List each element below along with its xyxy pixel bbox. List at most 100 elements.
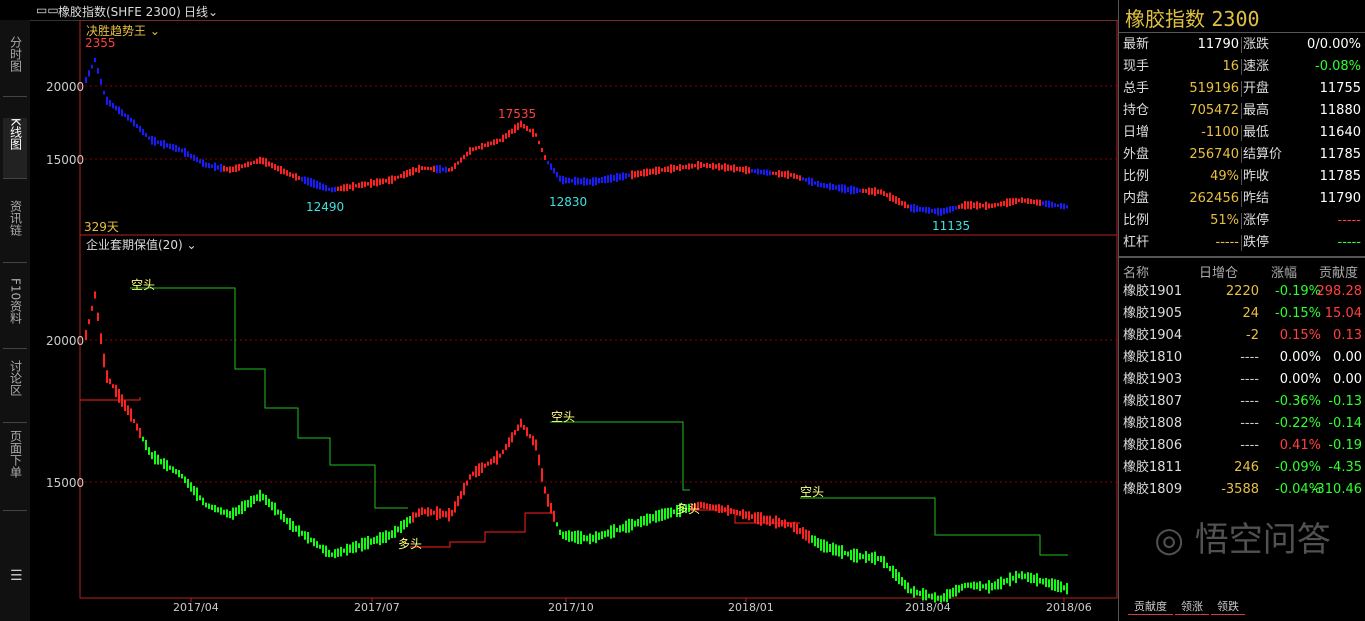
candle — [616, 527, 618, 532]
candle — [682, 165, 684, 170]
contract-row[interactable]: 橡胶1806 ---- 0.41% -0.19 — [1119, 435, 1365, 457]
menu-icon[interactable]: ☰ — [10, 568, 23, 584]
col-header-name[interactable]: 名称 — [1123, 262, 1149, 281]
contract-row[interactable]: 橡胶1809 -3588 -0.04% -310.46 — [1119, 479, 1365, 501]
candle — [274, 502, 276, 516]
candle — [154, 450, 156, 465]
candle — [832, 184, 834, 190]
tab-news[interactable]: 资讯链 — [3, 200, 27, 263]
candle — [301, 530, 303, 536]
candle — [127, 405, 129, 416]
candle — [304, 176, 306, 185]
candle — [712, 162, 714, 170]
quote-value: 256740 — [1189, 147, 1239, 162]
candle — [838, 545, 840, 557]
candle — [643, 515, 645, 526]
candle — [229, 511, 231, 519]
tab-f10[interactable]: F10资料 — [3, 278, 27, 349]
candle — [802, 527, 804, 539]
tab-label: K线图 — [8, 118, 23, 150]
tab-label: 分时图 — [8, 36, 23, 72]
tab-intraday[interactable]: 分时图 — [3, 36, 27, 97]
candle — [358, 182, 360, 188]
candle — [859, 188, 861, 193]
contract-row[interactable]: 橡胶1904 -2 0.15% 0.13 — [1119, 325, 1365, 347]
contract-contribution: -310.46 — [1311, 482, 1362, 497]
candle — [748, 511, 750, 521]
candle — [403, 519, 405, 530]
candle — [955, 584, 957, 597]
kline-chart[interactable] — [30, 20, 1118, 621]
candle — [811, 177, 813, 187]
candle — [352, 542, 354, 554]
candle — [991, 582, 993, 591]
candle — [970, 582, 972, 589]
contract-name: 橡胶1901 — [1123, 284, 1183, 299]
candle — [778, 170, 780, 178]
window-icon[interactable]: ▭▭ — [36, 3, 59, 17]
candle — [529, 434, 531, 439]
contract-row[interactable]: 橡胶1807 ---- -0.36% -0.13 — [1119, 391, 1365, 413]
contract-row[interactable]: 橡胶1903 ---- 0.00% 0.00 — [1119, 369, 1365, 391]
candle — [634, 520, 636, 527]
candle — [235, 507, 237, 516]
contract-name: 橡胶1806 — [1123, 438, 1183, 453]
quote-value: 16 — [1222, 59, 1239, 74]
indicator-2-label[interactable]: 企业套期保值(20) ⌄ — [86, 236, 197, 253]
col-header-chg[interactable]: 涨幅 — [1271, 262, 1297, 281]
candle — [604, 530, 606, 538]
col-header-contrib[interactable]: 贡献度 — [1319, 262, 1358, 281]
candle — [985, 583, 987, 590]
candle — [115, 105, 117, 111]
candle — [817, 180, 819, 188]
symbol-label[interactable]: 橡胶指数(SHFE 2300) — [58, 3, 181, 20]
candle — [964, 582, 966, 589]
candle — [766, 169, 768, 176]
col-header-oi[interactable]: 日增仓 — [1199, 262, 1238, 281]
candle — [502, 134, 504, 143]
contract-row[interactable]: 橡胶1811 246 -0.09% -4.35 — [1119, 457, 1365, 479]
contract-row[interactable]: 橡胶1905 24 -0.15% 15.04 — [1119, 303, 1365, 325]
candle — [106, 370, 108, 383]
candle — [457, 495, 459, 507]
quote-value: 51% — [1210, 213, 1239, 228]
separator — [1241, 213, 1242, 229]
candle — [454, 501, 456, 513]
candle — [316, 541, 318, 548]
candle — [640, 170, 642, 177]
tab-top-losers[interactable]: 领跌 — [1211, 598, 1245, 615]
candle — [898, 197, 900, 206]
candle — [349, 544, 351, 553]
contract-row[interactable]: 橡胶1808 ---- -0.22% -0.14 — [1119, 413, 1365, 435]
candle — [145, 132, 147, 138]
candle — [757, 168, 759, 175]
candle — [103, 353, 105, 368]
tab-forum[interactable]: 讨论区 — [3, 360, 27, 423]
period-selector[interactable]: 日线⌄ — [184, 3, 218, 20]
candle — [919, 590, 921, 597]
candle — [916, 589, 918, 596]
candle — [130, 117, 132, 123]
candle — [319, 182, 321, 190]
candle — [1003, 200, 1005, 206]
candle — [1066, 583, 1068, 595]
contract-row[interactable]: 橡胶1901 2220 -0.19% 298.28 — [1119, 281, 1365, 303]
candle — [427, 166, 429, 171]
divider — [1119, 256, 1365, 258]
candle — [406, 170, 408, 178]
contract-row[interactable]: 橡胶1810 ---- 0.00% 0.00 — [1119, 347, 1365, 369]
candle — [898, 572, 900, 585]
tab-kline[interactable]: K线图 — [3, 118, 27, 179]
candle — [97, 312, 99, 321]
candle — [97, 68, 99, 74]
candle — [118, 106, 120, 115]
quote-panel: 橡胶指数 2300 最新 11790 涨跌 0/0.00% 现手 16 速涨 -0.08% 总手… — [1118, 0, 1365, 621]
candle — [298, 176, 300, 180]
tab-order[interactable]: 页面下单 — [3, 430, 27, 511]
candle — [844, 550, 846, 556]
candle — [181, 148, 183, 153]
tab-contribution[interactable]: 贡献度 — [1128, 598, 1173, 615]
annotation-low: 11135 — [932, 219, 971, 233]
candle — [952, 587, 954, 597]
tab-top-gainers[interactable]: 领涨 — [1175, 598, 1209, 615]
